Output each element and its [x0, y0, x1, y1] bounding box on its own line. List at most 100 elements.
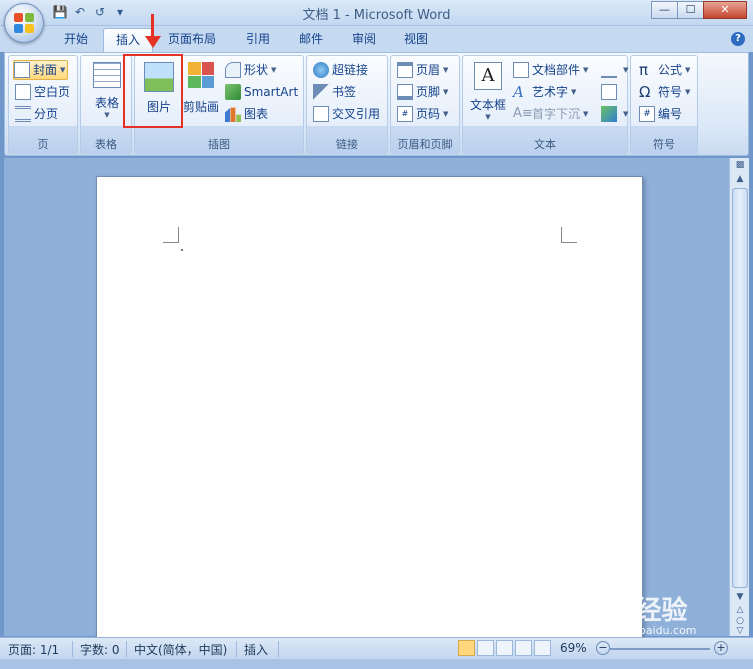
cover-page-icon: [14, 62, 30, 78]
group-symbols: π 公式 ▼ Ω 符号 ▼ # 编号 符号: [630, 55, 698, 154]
equation-button[interactable]: π 公式 ▼: [639, 60, 690, 80]
annotation-arrow-shaft: [151, 14, 154, 38]
office-button[interactable]: [4, 3, 44, 43]
previous-page-icon[interactable]: △: [733, 605, 747, 615]
zoom-out-icon[interactable]: −: [596, 641, 610, 655]
window-bottom-edge: [0, 659, 753, 669]
annotation-arrow-head: [145, 36, 161, 48]
cover-page-button[interactable]: 封面 ▼: [13, 60, 69, 80]
ruler-toggle-icon[interactable]: ▩: [733, 160, 747, 170]
textbox-button[interactable]: A 文本框 ▼: [466, 60, 510, 121]
page-break-button[interactable]: 分页: [15, 104, 58, 124]
page-break-icon: [15, 106, 31, 122]
group-label-tables: 表格: [95, 138, 117, 151]
status-page[interactable]: 页面: 1/1: [8, 641, 59, 658]
help-icon[interactable]: ?: [731, 32, 745, 46]
date-time-button[interactable]: [601, 82, 620, 102]
scrollbar-thumb[interactable]: [732, 188, 748, 588]
select-browse-object-icon[interactable]: ○: [733, 616, 747, 626]
status-insert-mode[interactable]: 插入: [244, 641, 268, 658]
title-bar: 💾 ↶ ↺ ▾ 文档 1 - Microsoft Word — ☐ ✕: [0, 0, 753, 26]
textbox-icon: A: [474, 62, 502, 90]
group-label-symbols: 符号: [653, 138, 675, 151]
table-button[interactable]: 表格 ▼: [87, 62, 127, 119]
minimize-button[interactable]: —: [651, 1, 678, 19]
table-icon: [93, 62, 121, 88]
zoom-in-icon[interactable]: +: [714, 641, 728, 655]
bookmark-button[interactable]: 书签: [313, 82, 356, 102]
crop-mark-top-left: [163, 227, 179, 243]
group-label-links: 链接: [336, 138, 358, 151]
bookmark-icon: [313, 84, 329, 100]
tab-review[interactable]: 审阅: [340, 28, 388, 52]
draft-view-icon[interactable]: [534, 640, 551, 656]
chart-button[interactable]: 图表: [225, 104, 268, 124]
text-cursor: [181, 249, 183, 251]
status-language[interactable]: 中文(简体，中国): [134, 641, 227, 658]
hyperlink-button[interactable]: 超链接: [313, 60, 368, 80]
cross-reference-button[interactable]: 交叉引用: [313, 104, 380, 124]
vertical-scrollbar[interactable]: ▩ ▲ ▼ △ ○ ▽: [729, 158, 749, 636]
annotation-highlight-box: [123, 54, 183, 128]
blank-page-icon: [15, 84, 31, 100]
quick-parts-icon: [513, 62, 529, 78]
shapes-icon: [225, 62, 241, 78]
scroll-up-icon[interactable]: ▲: [733, 174, 747, 184]
ribbon: 封面 ▼ 空白页 分页 页 表格 ▼ 表格 图片 剪贴画 形状 ▼ SmartA…: [4, 52, 749, 156]
group-label-illustrations: 插图: [208, 138, 230, 151]
blank-page-button[interactable]: 空白页: [15, 82, 70, 102]
signature-line-button[interactable]: ▼: [601, 60, 628, 80]
group-label-pages: 页: [37, 138, 49, 151]
cross-reference-icon: [313, 106, 329, 122]
next-page-icon[interactable]: ▽: [733, 626, 747, 636]
outline-view-icon[interactable]: [515, 640, 532, 656]
document-page[interactable]: [96, 176, 643, 646]
footer-icon: [397, 84, 413, 100]
group-pages: 封面 ▼ 空白页 分页 页: [8, 55, 78, 154]
quick-parts-button[interactable]: 文档部件 ▼: [513, 60, 588, 80]
header-icon: [397, 62, 413, 78]
object-icon: [601, 106, 617, 122]
crop-mark-top-right: [561, 227, 577, 243]
clipart-button[interactable]: 剪贴画: [181, 60, 221, 115]
tab-references[interactable]: 引用: [234, 28, 282, 52]
group-label-text: 文本: [534, 138, 556, 151]
wordart-button[interactable]: A 艺术字 ▼: [513, 82, 576, 102]
scroll-down-icon[interactable]: ▼: [733, 592, 747, 602]
symbol-button[interactable]: Ω 符号 ▼: [639, 82, 690, 102]
clipart-icon: [188, 62, 214, 88]
smartart-button[interactable]: SmartArt: [225, 82, 298, 102]
full-screen-reading-view-icon[interactable]: [477, 640, 494, 656]
group-label-header-footer: 页眉和页脚: [397, 138, 453, 151]
page-number-icon: #: [397, 106, 413, 122]
footer-button[interactable]: 页脚 ▼: [397, 82, 448, 102]
object-button[interactable]: ▼: [601, 104, 628, 124]
web-layout-view-icon[interactable]: [496, 640, 513, 656]
close-button[interactable]: ✕: [703, 1, 747, 19]
window-controls: — ☐ ✕: [651, 1, 747, 19]
status-word-count[interactable]: 字数: 0: [80, 641, 120, 658]
header-button[interactable]: 页眉 ▼: [397, 60, 448, 80]
numbering-button[interactable]: # 编号: [639, 104, 682, 124]
tab-page-layout[interactable]: 页面布局: [156, 28, 228, 52]
zoom-slider[interactable]: [610, 648, 710, 650]
signature-line-icon: [601, 62, 617, 78]
maximize-button[interactable]: ☐: [677, 1, 704, 19]
group-text: A 文本框 ▼ 文档部件 ▼ A 艺术字 ▼ A≡ 首字下沉 ▼ ▼ ▼ 文本: [462, 55, 628, 154]
tab-home[interactable]: 开始: [52, 28, 100, 52]
zoom-level[interactable]: 69%: [560, 641, 587, 655]
hyperlink-icon: [313, 62, 329, 78]
watermark-logo: Bai 经验: [580, 596, 688, 626]
smartart-icon: [225, 84, 241, 100]
pi-icon: π: [639, 61, 649, 79]
drop-cap-button[interactable]: A≡ 首字下沉 ▼: [513, 104, 588, 124]
document-area[interactable]: [4, 158, 729, 646]
ribbon-tabs: 开始 插入 页面布局 引用 邮件 审阅 视图 ?: [0, 26, 753, 52]
tab-mailings[interactable]: 邮件: [287, 28, 335, 52]
chart-icon: [225, 107, 241, 122]
print-layout-view-icon[interactable]: [458, 640, 475, 656]
tab-view[interactable]: 视图: [392, 28, 440, 52]
page-number-button[interactable]: # 页码 ▼: [397, 104, 448, 124]
shapes-button[interactable]: 形状 ▼: [225, 60, 276, 80]
numbering-icon: #: [639, 106, 655, 122]
